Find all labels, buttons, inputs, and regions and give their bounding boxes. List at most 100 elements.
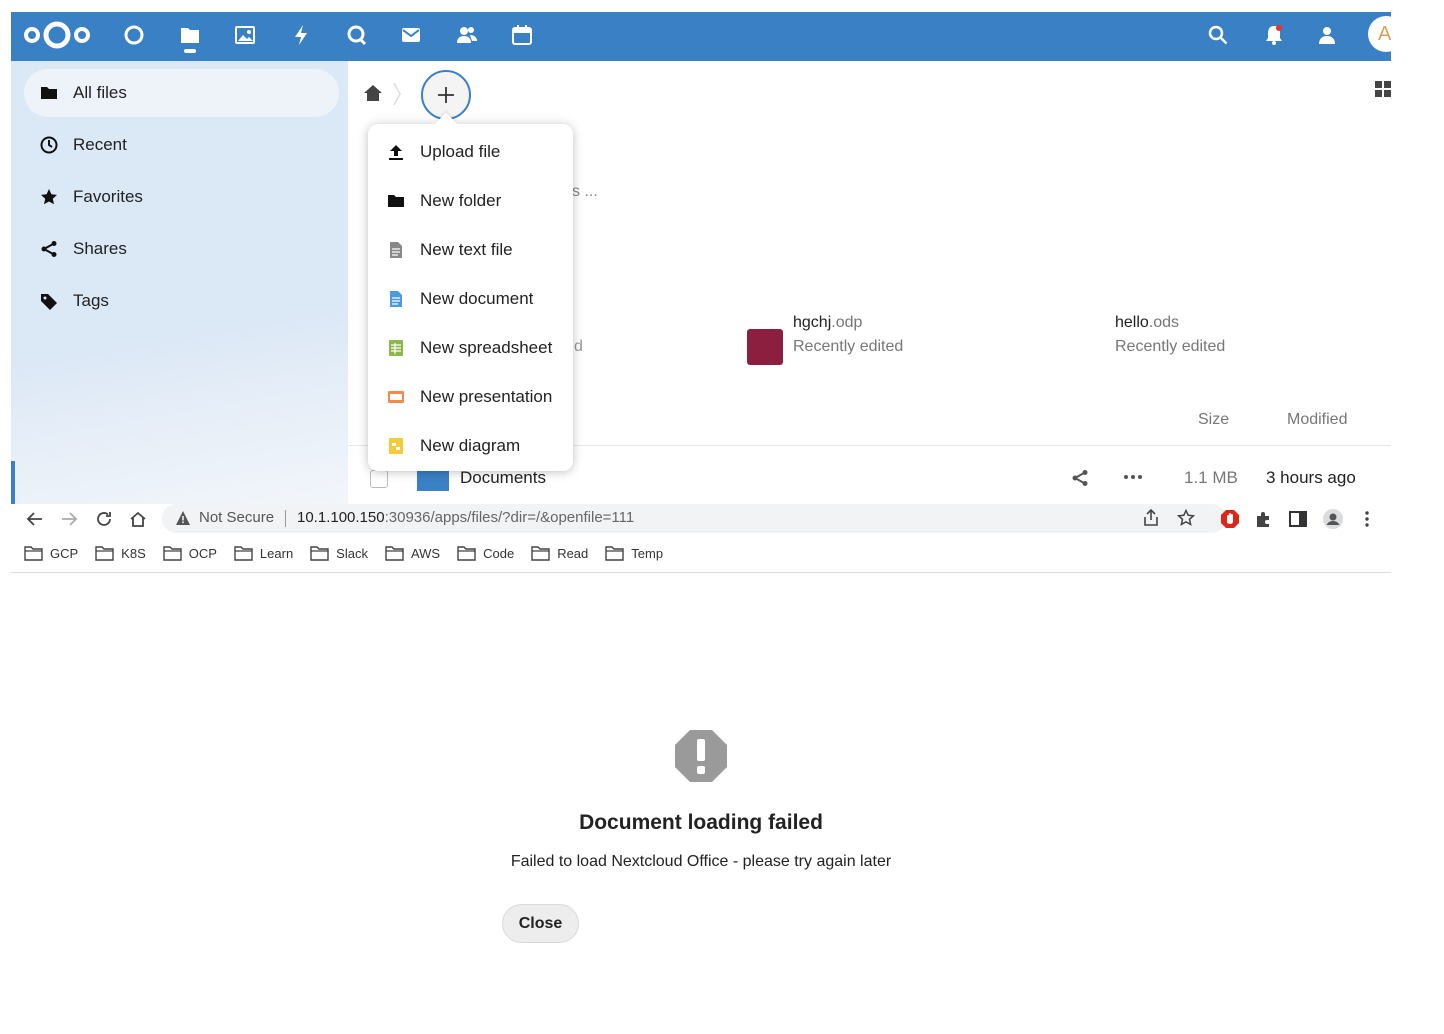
- hidden-text-fragment: d: [574, 338, 583, 355]
- column-header-size[interactable]: Size: [1198, 411, 1229, 429]
- plus-icon: [438, 87, 454, 103]
- top-header: A: [11, 12, 1391, 61]
- share-page-icon[interactable]: [1142, 509, 1160, 527]
- bookmark-folder[interactable]: Temp: [605, 546, 663, 561]
- dialog-message: Failed to load Nextcloud Office - please…: [510, 853, 892, 870]
- star-icon: [40, 188, 58, 206]
- chevron-right-icon: [393, 82, 401, 106]
- sidebar-item-tags[interactable]: Tags: [24, 277, 339, 325]
- file-modified: 3 hours ago: [1266, 468, 1356, 487]
- bookmark-label: Slack: [336, 546, 368, 561]
- warning-icon[interactable]: [175, 510, 191, 526]
- bookmark-label: GCP: [50, 546, 79, 561]
- bookmark-label: Read: [557, 546, 589, 561]
- diagram-icon: [387, 437, 405, 455]
- dialog-title: Document loading failed: [579, 811, 823, 834]
- file-name[interactable]: Documents: [460, 468, 546, 488]
- bookmark-label: K8S: [121, 546, 146, 561]
- bookmark-label: Temp: [631, 546, 664, 561]
- close-button[interactable]: Close: [502, 904, 579, 943]
- folder-icon: [40, 84, 58, 102]
- bookmark-folder[interactable]: GCP: [24, 546, 78, 561]
- profile-icon[interactable]: [1322, 508, 1344, 530]
- column-header-modified[interactable]: Modified: [1287, 411, 1347, 429]
- sidebar-edge: [11, 461, 15, 504]
- sidebar-item-label: Tags: [73, 291, 109, 310]
- sidebar-item-label: Favorites: [73, 187, 143, 206]
- more-options-icon[interactable]: [1123, 468, 1143, 486]
- menu-kebab-icon[interactable]: [1356, 508, 1378, 530]
- file-name: hello: [1115, 314, 1149, 331]
- notifications-icon[interactable]: [1261, 22, 1287, 48]
- menu-item-new-diagram[interactable]: New diagram: [368, 422, 573, 470]
- dashboard-icon[interactable]: [121, 22, 147, 48]
- security-label[interactable]: Not Secure: [199, 509, 274, 526]
- contacts-menu-icon[interactable]: [1316, 22, 1342, 48]
- forward-icon[interactable]: [58, 508, 80, 530]
- upload-icon: [387, 143, 405, 161]
- avatar[interactable]: A: [1368, 16, 1391, 52]
- bookmark-folder[interactable]: Learn: [234, 546, 293, 561]
- menu-item-label: New text file: [420, 240, 513, 259]
- activity-icon[interactable]: [288, 22, 314, 48]
- row-checkbox[interactable]: [370, 470, 388, 488]
- side-panel-icon[interactable]: [1287, 508, 1309, 530]
- sidebar-item-recent[interactable]: Recent: [24, 121, 339, 169]
- files-icon[interactable]: [177, 22, 203, 48]
- menu-item-new-presentation[interactable]: New presentation: [368, 373, 573, 421]
- active-app-indicator: [184, 49, 196, 53]
- menu-item-new-text-file[interactable]: New text file: [368, 226, 573, 274]
- text-file-icon: [387, 241, 405, 259]
- bookmark-folder[interactable]: AWS: [385, 546, 440, 561]
- presentation-icon: [387, 388, 405, 406]
- search-icon[interactable]: [1205, 22, 1231, 48]
- extensions-puzzle-icon[interactable]: [1253, 508, 1275, 530]
- photos-icon[interactable]: [232, 22, 258, 48]
- folder-icon: [387, 192, 405, 210]
- sidebar: All files Recent Favorites Shares Tags: [11, 61, 348, 504]
- contacts-icon[interactable]: [454, 22, 480, 48]
- bookmark-folder[interactable]: Read: [531, 546, 588, 561]
- grid-view-icon[interactable]: [1375, 81, 1391, 97]
- menu-item-new-document[interactable]: New document: [368, 275, 573, 323]
- presentation-thumbnail[interactable]: [747, 329, 783, 365]
- menu-item-label: Upload file: [420, 142, 501, 161]
- menu-item-new-folder[interactable]: New folder: [368, 177, 573, 225]
- sidebar-item-favorites[interactable]: Favorites: [24, 173, 339, 221]
- error-octagon-icon: [675, 730, 727, 782]
- recent-file-card[interactable]: hello.ods Recently edited: [1115, 314, 1225, 356]
- folder-outline-icon: [234, 546, 253, 561]
- share-icon: [40, 240, 58, 258]
- bookmark-label: Learn: [259, 546, 294, 561]
- menu-item-new-spreadsheet[interactable]: New spreadsheet: [368, 324, 573, 372]
- adblock-extension-icon[interactable]: [1219, 508, 1241, 530]
- recent-file-card[interactable]: hgchj.odp Recently edited: [793, 314, 903, 356]
- browser-toolbar: Not Secure 10.1.100.150:30936/apps/files…: [11, 504, 1391, 573]
- menu-item-label: New document: [420, 289, 534, 308]
- calendar-icon[interactable]: [509, 22, 535, 48]
- sidebar-item-all-files[interactable]: All files: [24, 69, 339, 117]
- url-text[interactable]: 10.1.100.150:30936/apps/files/?dir=/&ope…: [297, 509, 634, 526]
- mail-icon[interactable]: [398, 22, 424, 48]
- divider: [285, 510, 286, 527]
- nextcloud-logo[interactable]: [23, 20, 91, 50]
- bookmark-folder[interactable]: Slack: [310, 546, 368, 561]
- home-icon[interactable]: [363, 83, 383, 103]
- bookmark-folder[interactable]: Code: [457, 546, 514, 561]
- address-bar[interactable]: Not Secure 10.1.100.150:30936/apps/files…: [162, 504, 1226, 533]
- spreadsheet-icon: [387, 339, 405, 357]
- sidebar-item-shares[interactable]: Shares: [24, 225, 339, 273]
- home-icon[interactable]: [127, 508, 149, 530]
- sidebar-item-label: Recent: [73, 135, 127, 154]
- reload-icon[interactable]: [93, 508, 115, 530]
- bookmark-folder[interactable]: K8S: [95, 546, 146, 561]
- bookmark-star-icon[interactable]: [1177, 509, 1195, 527]
- menu-item-upload-file[interactable]: Upload file: [368, 128, 573, 176]
- share-icon[interactable]: [1071, 469, 1089, 487]
- menu-item-label: New presentation: [420, 387, 553, 406]
- bookmark-folder[interactable]: OCP: [163, 546, 217, 561]
- tag-icon: [40, 292, 58, 310]
- talk-icon[interactable]: [343, 22, 369, 48]
- folder-outline-icon: [457, 546, 476, 561]
- back-icon[interactable]: [24, 508, 46, 530]
